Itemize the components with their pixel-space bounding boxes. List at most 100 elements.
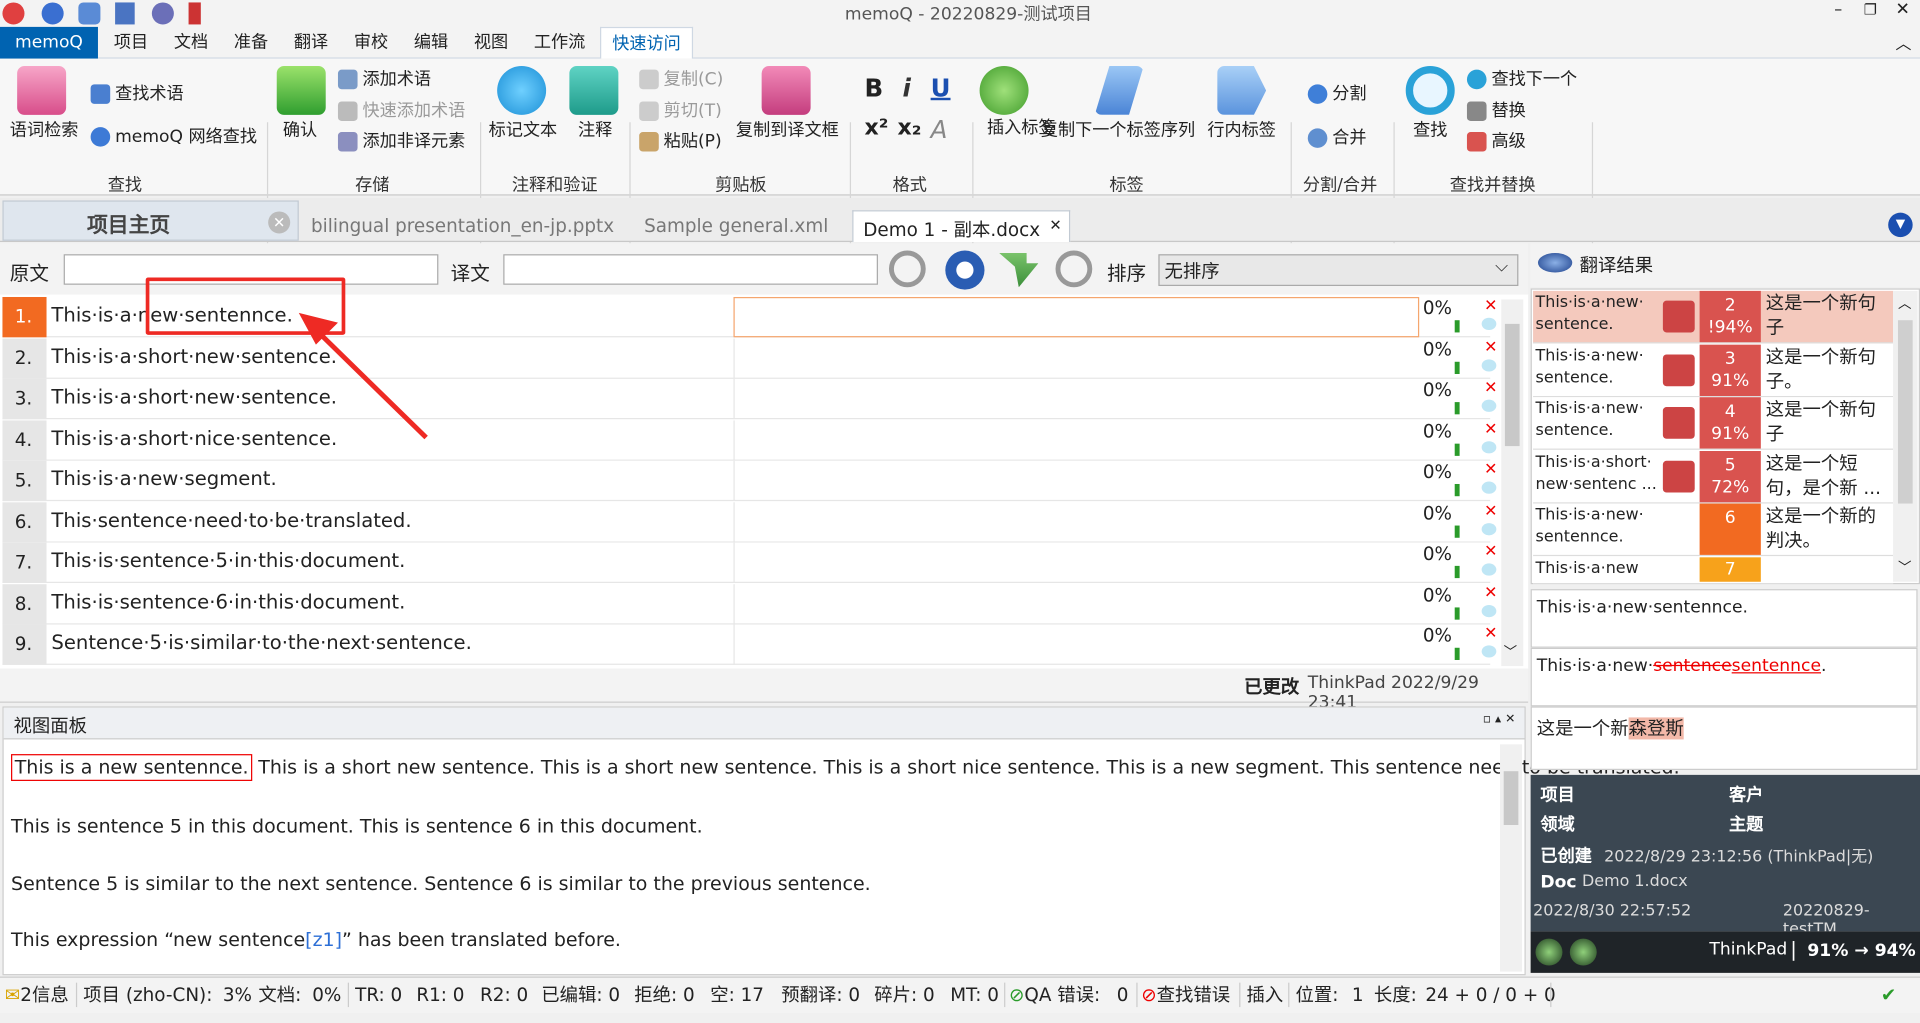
inline-tag-button[interactable]: 行内标签	[1207, 117, 1276, 141]
pin-icon[interactable]	[188, 2, 201, 25]
quick-add-term-button[interactable]: 快速添加术语	[362, 101, 465, 121]
results-scrollbar[interactable]: ︿ ﹀	[1893, 290, 1918, 582]
sort-select[interactable]: 无排序 ⌵	[1158, 254, 1519, 286]
close-tab-icon[interactable]: ✕	[268, 211, 291, 234]
menu-edit[interactable]: 编辑	[414, 27, 448, 59]
segment-target[interactable]	[733, 624, 1419, 665]
lookup-button[interactable]: 语词检索	[10, 117, 79, 141]
view-scrollbar[interactable]	[1500, 744, 1523, 972]
replace-button[interactable]: 替换	[1491, 101, 1525, 121]
result-item[interactable]: This·is·a·new· sentence. 4 91% 这是一个新句子	[1533, 397, 1894, 450]
minimize-icon[interactable]: –	[1834, 1, 1842, 19]
find-button[interactable]: 查找	[1413, 117, 1447, 141]
superscript-icon[interactable]: x²	[864, 115, 888, 141]
tab-demo1[interactable]: Demo 1 - 副本.docx ✕	[852, 210, 1071, 242]
copy-next-tag-icon[interactable]	[1094, 65, 1144, 115]
segment-row[interactable]: 3. This·is·a·short·new·sentence. 0% ✕	[2, 378, 1497, 420]
result-item[interactable]: This·is·a·new· sentennce. 6 这是一个新的判决。	[1533, 503, 1894, 557]
comment-bubble-icon[interactable]	[1481, 604, 1497, 617]
italic-icon[interactable]: i	[902, 73, 910, 102]
find-next-button[interactable]: 查找下一个	[1491, 70, 1577, 90]
segment-row[interactable]: 6. This·sentence·need·to·be·translated. …	[2, 501, 1497, 543]
chevron-up-icon[interactable]: ︿	[1898, 293, 1911, 313]
chevron-down-icon[interactable]: ﹀	[1898, 557, 1911, 577]
comment-bubble-icon[interactable]	[1481, 645, 1497, 658]
reject-icon[interactable]: ✕	[1484, 543, 1497, 561]
advanced-button[interactable]: 高级	[1491, 132, 1525, 152]
comment-bubble-icon[interactable]	[1481, 481, 1497, 494]
target-filter-input[interactable]	[503, 254, 878, 285]
font-style-icon[interactable]: A	[931, 115, 948, 144]
segment-target[interactable]	[733, 378, 1419, 420]
segment-row[interactable]: 2. This·is·a·short·new·sentence. 0% ✕	[2, 337, 1497, 379]
app-menu[interactable]: memoQ	[0, 26, 98, 59]
segment-source[interactable]: This·is·sentence·5·in·this·document.	[51, 543, 405, 583]
reject-icon[interactable]: ✕	[1484, 297, 1497, 315]
segment-row[interactable]: 9. Sentence·5·is·similar·to·the·next·sen…	[2, 624, 1497, 665]
options-icon[interactable]	[151, 2, 174, 25]
comment-bubble-icon[interactable]	[1481, 440, 1497, 453]
copy-next-tag-button[interactable]: 复制下一个标签序列	[1041, 117, 1195, 141]
status-find-errors[interactable]: 查找错误	[1157, 984, 1230, 1006]
tab-sample-general[interactable]: Sample general.xml	[644, 215, 828, 237]
add-filter-icon[interactable]	[999, 252, 1039, 288]
result-item[interactable]: This·is·a·new 7	[1533, 556, 1894, 584]
view-highlight-segment[interactable]: This is a new sentennce.	[11, 754, 253, 781]
reject-icon[interactable]: ✕	[1484, 338, 1497, 356]
reject-icon[interactable]: ✕	[1484, 584, 1497, 602]
tab-menu-icon[interactable]: ▼	[1888, 212, 1913, 238]
confirm-button[interactable]: 确认	[283, 117, 317, 141]
segment-row[interactable]: 8. This·is·sentence·6·in·this·document. …	[2, 583, 1497, 624]
comment-bubble-icon[interactable]	[1481, 399, 1497, 412]
panel-controls-icon[interactable]: ▫ ▴ ✕	[1483, 713, 1516, 726]
comment-button[interactable]: 注释	[578, 117, 612, 141]
segment-target[interactable]	[733, 501, 1419, 543]
chevron-up-icon[interactable]: ︿	[1896, 31, 1912, 53]
gear-icon[interactable]	[945, 250, 985, 290]
grid-scrollbar[interactable]: ﹀	[1501, 299, 1524, 667]
info-icon[interactable]	[497, 65, 547, 115]
segment-target[interactable]	[733, 583, 1419, 624]
copy-to-target-button[interactable]: 复制到译文框	[736, 117, 839, 141]
paste-button[interactable]: 粘贴(P)	[664, 132, 722, 152]
filter-search-icon[interactable]	[888, 250, 926, 288]
segment-target[interactable]	[733, 296, 1420, 338]
comment-icon[interactable]	[569, 65, 619, 115]
subscript-icon[interactable]: x₂	[898, 115, 922, 141]
copy-to-target-icon[interactable]	[761, 65, 811, 115]
bold-icon[interactable]: B	[864, 73, 883, 102]
insert-tag-icon[interactable]	[979, 65, 1029, 115]
segment-row[interactable]: 4. This·is·a·short·nice·sentence. 0% ✕	[2, 419, 1497, 461]
menu-prepare[interactable]: 准备	[234, 27, 268, 59]
status-qa[interactable]: QA 错误:	[1024, 984, 1100, 1006]
comment-bubble-icon[interactable]	[1481, 358, 1497, 371]
close-icon[interactable]: ✕	[1896, 0, 1910, 20]
segment-source[interactable]: This·sentence·need·to·be·translated.	[51, 502, 411, 542]
settings-icon[interactable]	[78, 2, 101, 25]
segment-row[interactable]: 5. This·is·a·new·segment. 0% ✕	[2, 460, 1497, 502]
segment-target[interactable]	[733, 542, 1419, 583]
reject-icon[interactable]: ✕	[1484, 625, 1497, 643]
split-button[interactable]: 分割	[1332, 84, 1366, 104]
menu-review[interactable]: 审校	[354, 27, 388, 59]
inline-tag-icon[interactable]	[1217, 65, 1267, 115]
result-item[interactable]: This·is·a·new· sentence. 3 91% 这是一个新句子。	[1533, 344, 1894, 397]
find-icon[interactable]	[1405, 65, 1455, 115]
comment-bubble-icon[interactable]	[1481, 317, 1497, 330]
merge-button[interactable]: 合并	[1332, 128, 1366, 148]
segment-source[interactable]: This·is·a·new·segment.	[51, 461, 276, 501]
clear-filter-icon[interactable]	[1055, 250, 1093, 288]
cut-button[interactable]: 剪切(T)	[664, 101, 722, 121]
segment-target[interactable]	[733, 419, 1419, 461]
segment-target[interactable]	[733, 460, 1419, 502]
menu-project[interactable]: 项目	[114, 27, 148, 59]
copy-button[interactable]: 复制(C)	[664, 70, 724, 90]
restore-icon[interactable]: ❐	[1864, 1, 1877, 18]
menu-quick-access[interactable]: 快速访问	[600, 26, 694, 59]
segment-source[interactable]: This·is·sentence·6·in·this·document.	[51, 584, 405, 624]
confirm-icon[interactable]	[276, 65, 326, 115]
underline-icon[interactable]: U	[931, 73, 951, 102]
result-item[interactable]: This·is·a·new· sentence. 2 !94% 这是一个新句子	[1533, 290, 1894, 344]
menu-view[interactable]: 视图	[474, 27, 508, 59]
menu-translate[interactable]: 翻译	[294, 27, 328, 59]
